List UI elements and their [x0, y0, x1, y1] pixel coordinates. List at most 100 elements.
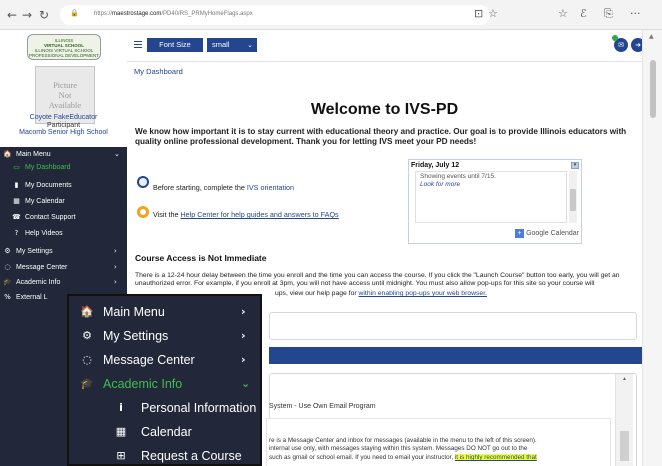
- sidebar-item-main-menu[interactable]: 🏠 Main Menu ⌄: [0, 148, 127, 161]
- menu-item-label: My Settings: [103, 329, 169, 343]
- reader-view-icon[interactable]: ⊡: [474, 8, 483, 20]
- menu-item-calendar[interactable]: ▦ Calendar: [69, 420, 260, 444]
- menu-item-academic-info[interactable]: 🎓 Academic Info ⌄: [69, 372, 260, 396]
- sidebar-item-label: External L: [16, 294, 48, 301]
- section-header-bar: [269, 347, 642, 364]
- orientation-prefix: Before starting, complete the: [153, 183, 247, 192]
- google-calendar-label: Google Calendar: [526, 230, 579, 237]
- phone-icon: ☎: [12, 213, 21, 221]
- sidebar-item-contact-support[interactable]: ☎ Contact Support: [0, 211, 127, 224]
- back-arrow-icon[interactable]: ←: [7, 8, 17, 22]
- monitor-icon: ▭: [13, 163, 20, 171]
- access-text-line: ups, view our help page for within enabl…: [275, 290, 635, 298]
- share-icon[interactable]: ⎘: [604, 8, 613, 20]
- favorites-icon[interactable]: ☆: [558, 8, 568, 20]
- font-size-select[interactable]: small ⌄: [207, 38, 257, 52]
- ivs-logo[interactable]: ILLINOIS VIRTUAL SCHOOL ILLINOIS VIRTUAL…: [27, 34, 101, 60]
- sidebar-item-label: Help Videos: [25, 230, 63, 237]
- menu-item-my-settings[interactable]: ⚙ My Settings ›: [69, 324, 260, 348]
- plus-square-icon: ⊞: [116, 449, 126, 462]
- settings-icon: ⚙: [82, 329, 92, 342]
- sidebar-item-my-dashboard[interactable]: ▭ My Dashboard: [0, 161, 127, 174]
- help-prefix: Visit the: [153, 210, 181, 219]
- menu-item-request-a-course[interactable]: ⊞ Request a Course: [69, 444, 260, 466]
- menu-item-label: Personal Information: [141, 401, 257, 415]
- avatar-text: Picture: [52, 80, 78, 90]
- chat-icon: ◌: [4, 263, 11, 271]
- forward-arrow-icon[interactable]: →: [22, 8, 32, 22]
- access-text-tail: ups, view our help page for: [275, 290, 359, 297]
- sidebar-item-label: Message Center: [16, 264, 68, 271]
- scroll-up-icon[interactable]: ▲: [622, 376, 627, 382]
- reload-icon[interactable]: ↻: [39, 8, 49, 22]
- menu-item-personal-information[interactable]: i Personal Information: [69, 396, 260, 420]
- calendar-widget: Friday, July 12 ▾ Showing events until 7…: [408, 159, 582, 244]
- calendar-icon: ▦: [13, 197, 20, 205]
- popups-help-link[interactable]: within enabling pop-ups your web browser…: [359, 290, 487, 297]
- user-name[interactable]: Coyote FakeEducator: [0, 114, 127, 122]
- access-text-body: There is a 12-24 hour delay between the …: [135, 272, 620, 288]
- content-panel: [269, 312, 637, 340]
- address-bar[interactable]: 🔒 https://maestrostage.com/PD40/RS_PRMyH…: [60, 5, 490, 25]
- sidebar-item-academic-info[interactable]: 🎓 Academic Info ›: [0, 276, 127, 289]
- calendar-scrollbar[interactable]: [569, 171, 577, 223]
- settings-icon: ⚙: [4, 247, 11, 255]
- font-size-label: Font Size: [147, 38, 203, 52]
- sidebar-item-help-videos[interactable]: ? Help Videos: [0, 227, 127, 240]
- top-bar: Font Size small ⌄ ✉ ➜: [127, 30, 645, 62]
- page-title: Welcome to IVS-PD: [310, 101, 459, 118]
- message-line: re is a Message Center and inbox for mes…: [269, 437, 537, 444]
- access-text: There is a 12-24 hour delay between the …: [135, 272, 640, 288]
- google-calendar-button[interactable]: + Google Calendar: [515, 228, 579, 239]
- calendar-no-events: Showing events until 7/15.: [420, 173, 496, 180]
- avatar-text: Available: [48, 100, 82, 110]
- hamburger-menu-icon[interactable]: [134, 41, 142, 48]
- chevron-down-icon: ⌄: [247, 41, 253, 49]
- menu-item-main-menu[interactable]: 🏠 Main Menu ›: [69, 300, 260, 324]
- message-line-prefix: such as gmail or school email. If you ne…: [269, 453, 455, 461]
- orientation-link[interactable]: IVS orientation: [247, 183, 294, 192]
- message-line: such as gmail or school email. If you ne…: [269, 453, 619, 462]
- scrollbar-thumb[interactable]: [620, 431, 629, 461]
- url-path: /PD40/RS_PRMyHomeFlags.aspx: [161, 11, 253, 17]
- document-icon: ▮: [14, 181, 19, 189]
- more-icon[interactable]: ···: [630, 8, 641, 20]
- logo-line: PROFESSIONAL DEVELOPMENT: [28, 53, 100, 58]
- email-system-text: System - Use Own Email Program: [269, 403, 376, 410]
- menu-item-label: Message Center: [103, 353, 195, 367]
- page-scrollbar[interactable]: ▲: [642, 30, 662, 466]
- star-icon[interactable]: ☆: [488, 8, 498, 20]
- help-center-link[interactable]: Help Center for help guides and answers …: [180, 210, 338, 219]
- zoomed-sidebar-menu: 🏠 Main Menu › ⚙ My Settings › ◌ Message …: [67, 294, 262, 466]
- calendar-dropdown-icon[interactable]: ▾: [571, 162, 579, 169]
- user-school[interactable]: Macomb Senior High School: [0, 129, 127, 137]
- sidebar-item-message-center[interactable]: ◌ Message Center ›: [0, 261, 127, 274]
- menu-item-message-center[interactable]: ◌ Message Center ›: [69, 348, 260, 372]
- plus-icon: +: [515, 229, 525, 238]
- sidebar-item-my-calendar[interactable]: ▦ My Calendar: [0, 195, 127, 208]
- scrollbar-thumb[interactable]: [570, 189, 576, 211]
- calendar-look-more-link[interactable]: Look for more: [420, 181, 566, 189]
- page: ← → ↻ 🔒 https://maestrostage.com/PD40/RS…: [0, 0, 662, 466]
- chat-icon: ◌: [82, 353, 92, 366]
- home-icon: 🏠: [80, 305, 94, 318]
- chevron-right-icon: ›: [114, 263, 117, 271]
- menu-item-label: Main Menu: [103, 305, 165, 319]
- highlighted-text[interactable]: it is highly recommended that: [454, 453, 537, 461]
- url-prefix: https://: [94, 11, 113, 17]
- home-icon: 🏠: [3, 150, 12, 158]
- sidebar-item-my-documents[interactable]: ▮ My Documents: [0, 179, 127, 192]
- link-icon: %: [4, 293, 11, 301]
- sidebar-item-my-settings[interactable]: ⚙ My Settings ›: [0, 245, 127, 258]
- scroll-up-icon[interactable]: ▲: [649, 33, 654, 40]
- inner-scrollbar[interactable]: ▲: [615, 374, 633, 466]
- profile-icon[interactable]: ℰ: [580, 8, 587, 20]
- user-role: Participant: [46, 121, 81, 129]
- orientation-line: Before starting, complete the IVS orient…: [153, 183, 294, 192]
- calendar-date: Friday, July 12: [411, 162, 460, 169]
- breadcrumb[interactable]: My Dashboard: [134, 67, 183, 76]
- chevron-down-icon: ⌄: [114, 150, 120, 158]
- calendar-icon: ▦: [115, 425, 127, 438]
- scrollbar-thumb[interactable]: [650, 60, 656, 118]
- menu-item-label: Academic Info: [103, 377, 183, 391]
